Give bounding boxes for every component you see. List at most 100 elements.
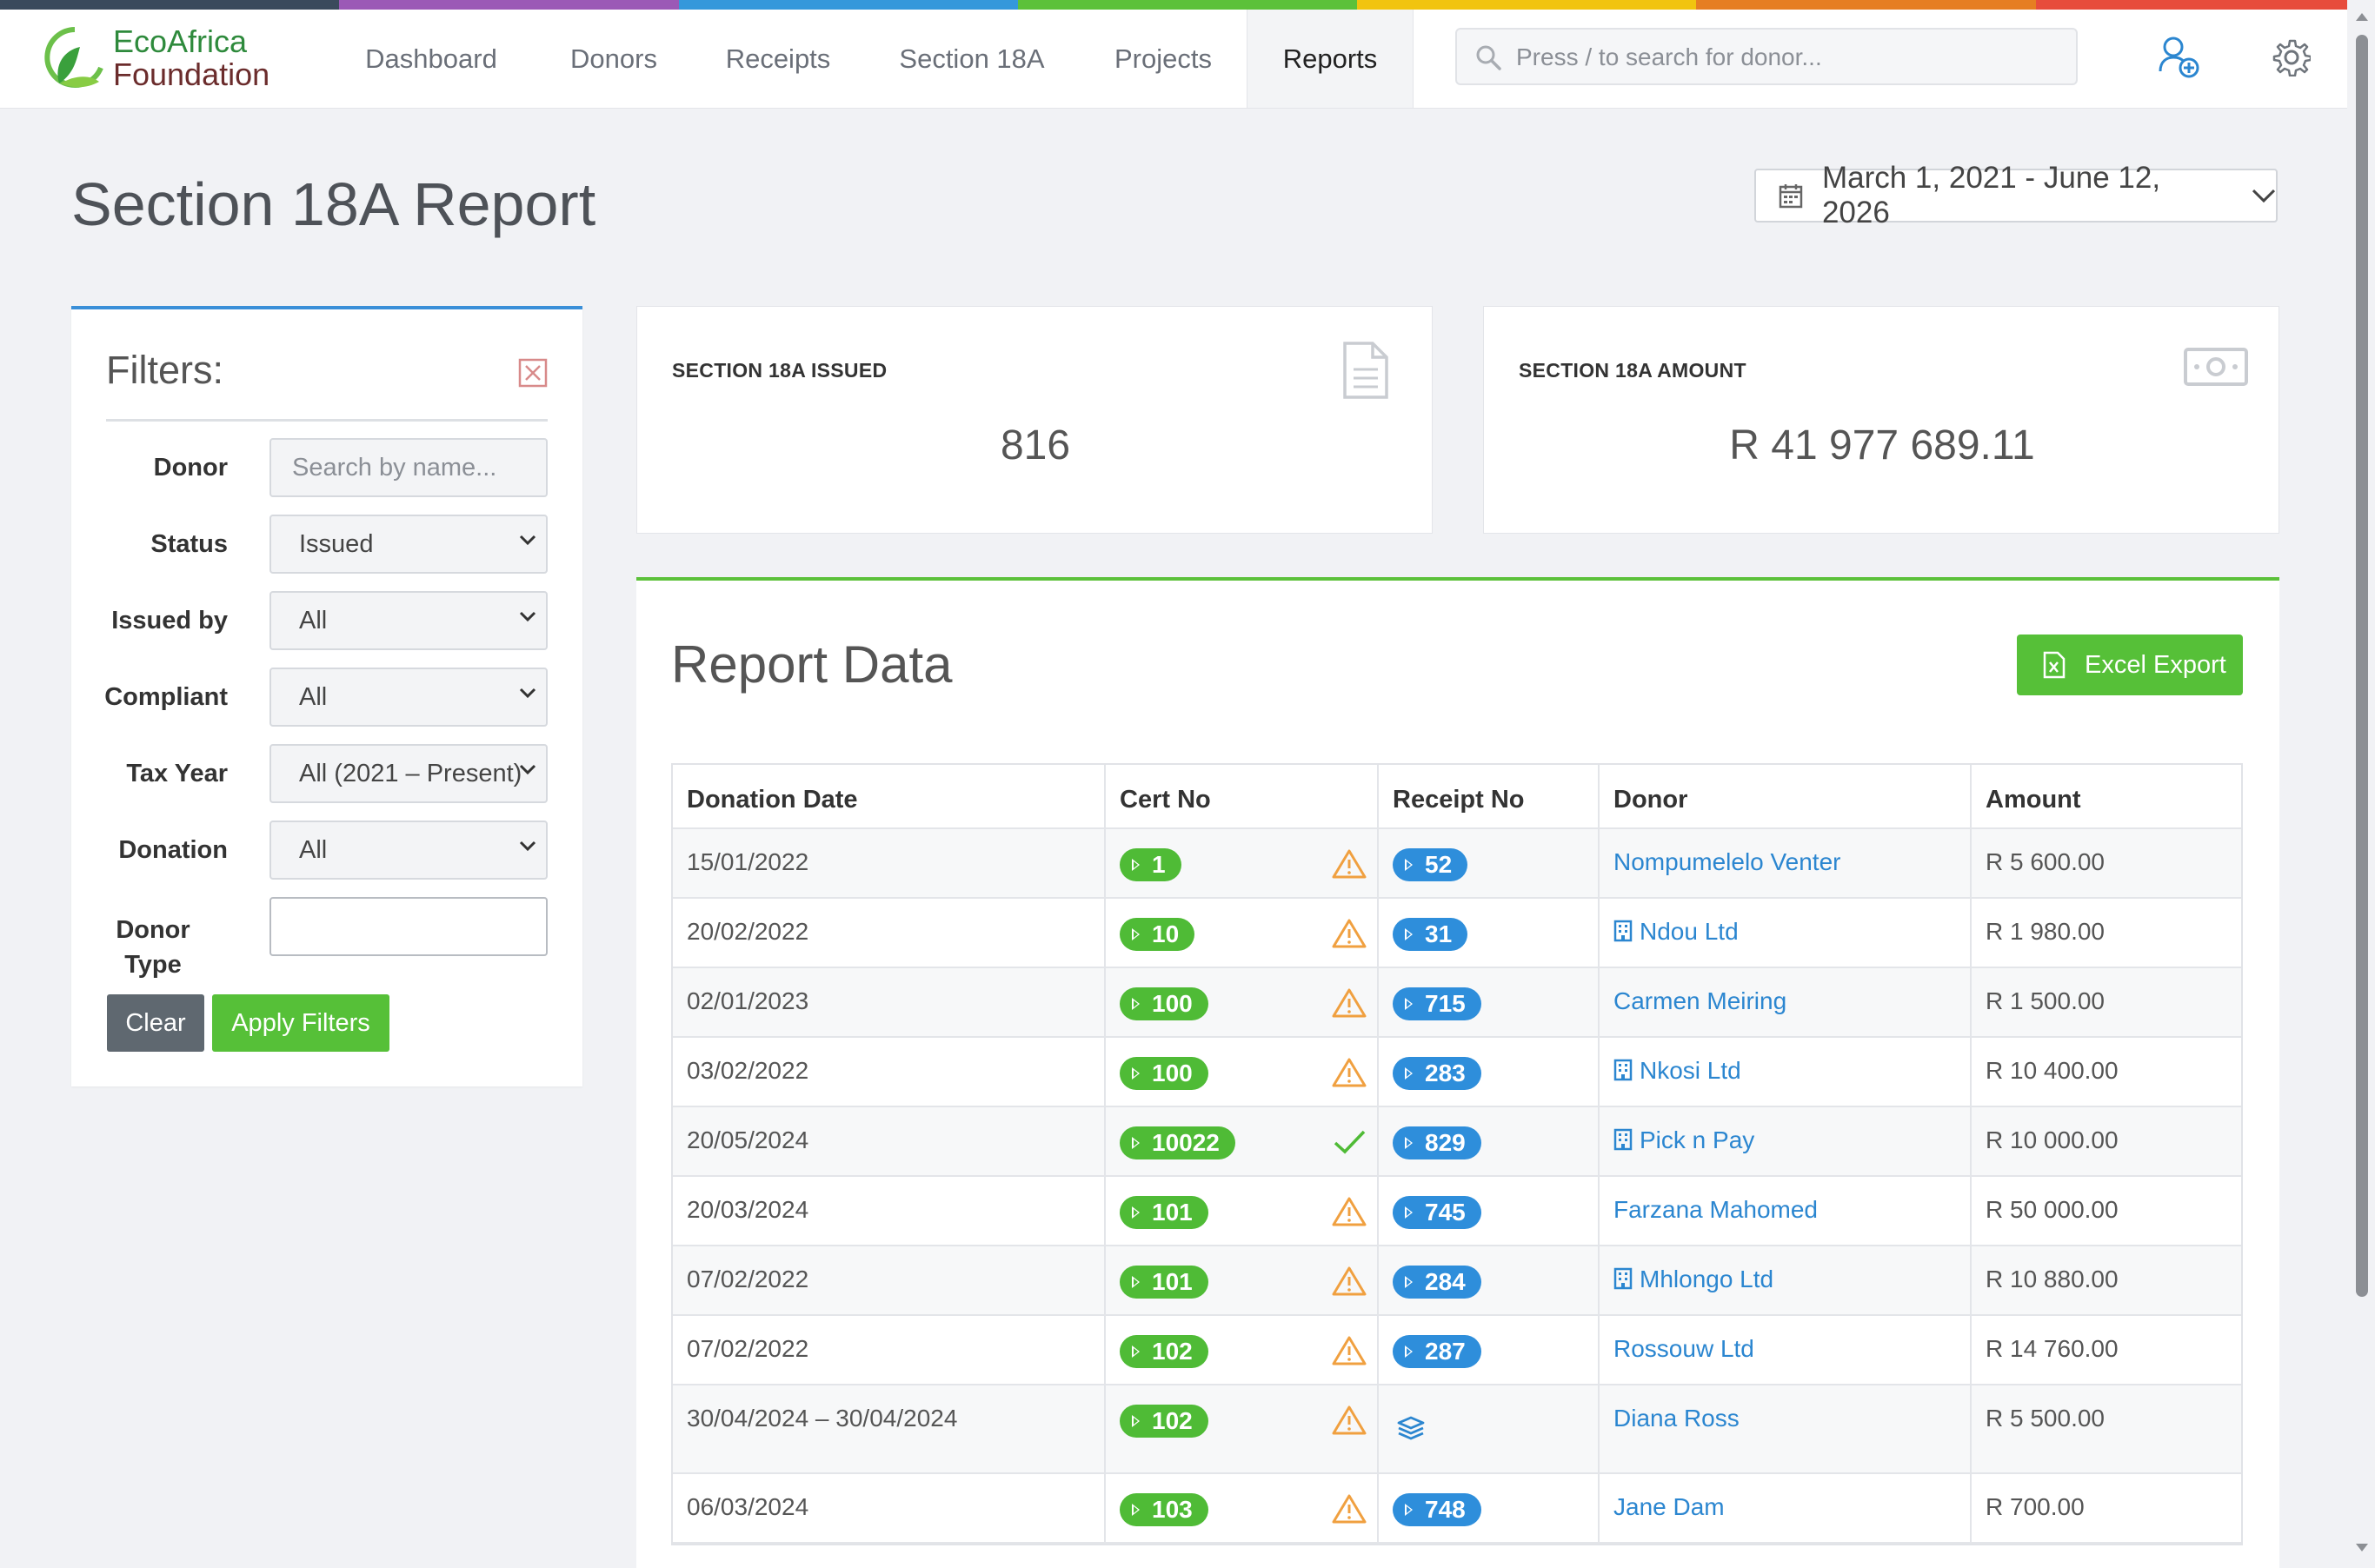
donation-date-text: 03/02/2022 [687,1057,809,1084]
donor-link[interactable]: Nompumelelo Venter [1613,848,1840,876]
receipt-no-badge[interactable]: 31 [1393,918,1468,951]
receipt-no-badge[interactable]: 715 [1393,987,1481,1020]
nav-reports[interactable]: Reports [1247,10,1414,108]
table-row: 20/05/2024 10022 829 Pick n Pay R 10 000.00 [673,1107,2241,1177]
cert-no-badge[interactable]: 101 [1120,1266,1208,1299]
column-header[interactable]: Donor [1600,765,1972,827]
building-icon [1613,920,1633,942]
cell-donor: Nkosi Ltd [1600,1038,1972,1106]
cell-cert-no: 101 [1106,1246,1379,1314]
cert-no-badge[interactable]: 1 [1120,848,1181,881]
cell-donation-date: 02/01/2023 [673,968,1106,1036]
receipt-no-badge[interactable]: 748 [1393,1493,1481,1526]
layers-icon[interactable] [1396,1415,1426,1441]
compliant-filter-select[interactable]: All [269,668,548,727]
document-icon [1343,342,1388,399]
check-icon [1334,1130,1366,1154]
scroll-down-arrow-icon[interactable] [2354,1542,2370,1554]
cert-no-badge[interactable]: 103 [1120,1493,1208,1526]
donor-link[interactable]: Diana Ross [1613,1405,1740,1432]
filters-title: Filters: [106,348,223,392]
issued-by-filter-select[interactable]: All [269,591,548,650]
column-header[interactable]: Amount [1972,765,2241,827]
donor-link[interactable]: Ndou Ltd [1613,918,1739,946]
calendar-icon [1779,184,1803,209]
amount-text: R 14 760.00 [1986,1335,2119,1362]
receipt-no-badge[interactable]: 745 [1393,1196,1481,1229]
column-header[interactable]: Receipt No [1379,765,1600,827]
stripe-segment [1696,0,2036,10]
cell-amount: R 14 760.00 [1972,1316,2241,1384]
receipt-no-badge[interactable]: 829 [1393,1126,1481,1159]
search-icon [1476,45,1501,70]
tax-year-filter-value: All (2021 – Present) [299,759,522,787]
cert-no-badge[interactable]: 100 [1120,1057,1208,1090]
column-header-label: Cert No [1120,786,1211,814]
stripe-segment [1017,0,1358,10]
cert-no-badge[interactable]: 101 [1120,1196,1208,1229]
nav-dashboard[interactable]: Dashboard [344,10,518,108]
donation-date-text: 20/03/2024 [687,1196,809,1223]
warning-icon [1332,1494,1367,1524]
donation-filter-select[interactable]: All [269,821,548,880]
add-user-icon[interactable] [2158,35,2201,80]
scrollbar-thumb[interactable] [2356,35,2368,1297]
receipt-no-badge[interactable]: 284 [1393,1266,1481,1299]
donor-search[interactable] [1455,28,2078,85]
donor-link[interactable]: Jane Dam [1613,1493,1725,1521]
donation-date-text: 06/03/2024 [687,1493,809,1520]
date-range-picker[interactable]: March 1, 2021 - June 12, 2026 [1754,161,2278,229]
cert-no-badge[interactable]: 10022 [1120,1126,1235,1159]
apply-filters-button[interactable]: Apply Filters [212,994,389,1052]
stat-issued-value: 816 [1000,422,1071,468]
play-icon [1405,998,1413,1010]
table-row: 20/02/2022 10 31 Ndou Ltd R 1 980.00 [673,899,2241,968]
close-filters-icon[interactable] [518,358,548,388]
donor-type-filter-input[interactable] [269,897,548,956]
nav-receipts[interactable]: Receipts [704,10,852,108]
scroll-up-arrow-icon[interactable] [2354,10,2370,23]
cell-donor: Rossouw Ltd [1600,1316,1972,1384]
receipt-no-text: 748 [1425,1496,1466,1523]
donor-link[interactable]: Nkosi Ltd [1613,1057,1741,1085]
play-icon [1132,1067,1140,1080]
donor-link[interactable]: Farzana Mahomed [1613,1196,1818,1224]
receipt-no-badge[interactable]: 283 [1393,1057,1481,1090]
donor-filter-input[interactable]: Search by name... [269,438,548,497]
cert-no-badge[interactable]: 102 [1120,1335,1208,1368]
cell-donation-date: 15/01/2022 [673,829,1106,897]
clear-filters-button[interactable]: Clear [107,994,204,1052]
cell-donation-date: 07/02/2022 [673,1316,1106,1384]
chevron-down-icon [519,840,536,852]
play-icon [1132,1345,1140,1358]
column-header[interactable]: Donation Date [673,765,1106,827]
nav-projects[interactable]: Projects [1087,10,1240,108]
receipt-no-badge[interactable]: 52 [1393,848,1468,881]
tax-year-filter-select[interactable]: All (2021 – Present) [269,744,548,803]
amount-text: R 5 500.00 [1986,1405,2105,1432]
cell-receipt-no: 715 [1379,968,1600,1036]
excel-export-button[interactable]: Excel Export [2017,635,2243,695]
donor-link[interactable]: Carmen Meiring [1613,987,1786,1015]
cert-no-badge[interactable]: 102 [1120,1405,1208,1438]
warning-icon [1332,1266,1367,1296]
donor-link[interactable]: Rossouw Ltd [1613,1335,1754,1363]
column-header[interactable]: Cert No [1106,765,1379,827]
receipt-no-badge[interactable]: 287 [1393,1335,1481,1368]
cert-no-badge[interactable]: 10 [1120,918,1195,951]
status-filter-select[interactable]: Issued [269,515,548,574]
nav-donors[interactable]: Donors [536,10,692,108]
donor-type-filter-label: Donor Type [66,913,240,982]
logo[interactable]: EcoAfrica Foundation [42,24,285,94]
cell-cert-no: 102 [1106,1316,1379,1384]
cert-no-badge[interactable]: 100 [1120,987,1208,1020]
nav-section-18a[interactable]: Section 18A [869,10,1074,108]
play-icon [1132,928,1140,940]
donor-search-input[interactable] [1514,30,2057,85]
building-icon [1613,1267,1633,1290]
donor-link[interactable]: Pick n Pay [1613,1126,1754,1154]
cell-donation-date: 03/02/2022 [673,1038,1106,1106]
gear-icon[interactable] [2272,38,2311,76]
donor-link[interactable]: Mhlongo Ltd [1613,1266,1773,1293]
play-icon [1132,1137,1140,1149]
